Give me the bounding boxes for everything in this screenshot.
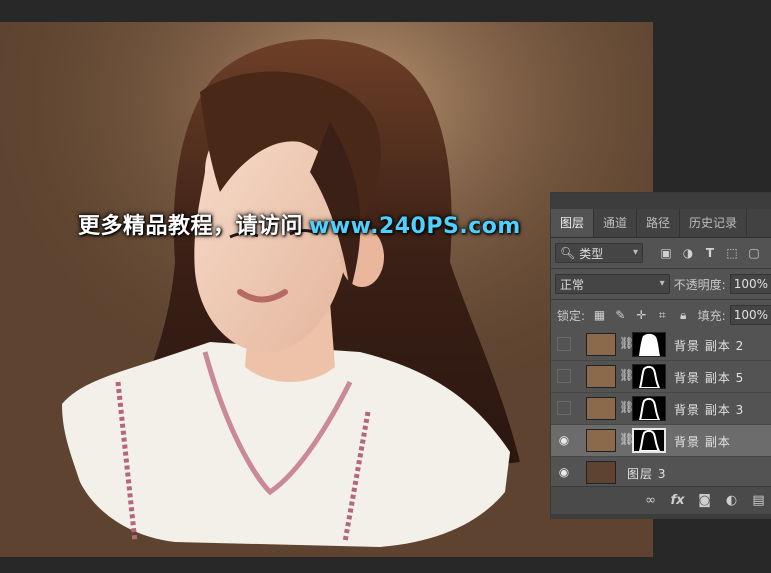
blend-row: 正常 ▾ 不透明度: 100% bbox=[551, 269, 771, 299]
lock-transparent-icon[interactable]: ▦ bbox=[589, 308, 610, 322]
layer-filter-label: 类型 bbox=[579, 246, 604, 261]
fill-field[interactable]: 100% bbox=[729, 305, 771, 325]
chevron-down-icon: ▾ bbox=[632, 247, 638, 258]
layer-mask-thumbnail[interactable] bbox=[632, 428, 666, 453]
tab-history[interactable]: 历史记录 bbox=[680, 209, 748, 237]
mask-silhouette bbox=[638, 397, 661, 420]
blend-mode-select[interactable]: 正常 ▾ bbox=[555, 274, 670, 294]
layer-thumbnail bbox=[586, 461, 616, 484]
new-group-icon[interactable]: ▤ bbox=[745, 493, 771, 508]
tab-layers[interactable]: 图层 bbox=[551, 209, 595, 237]
layer-mask-thumbnail[interactable] bbox=[632, 396, 666, 421]
opacity-label: 不透明度: bbox=[673, 277, 726, 292]
layer-row[interactable]: ⛓︎ 背景 副本 2 bbox=[551, 329, 771, 361]
adjustment-icon[interactable]: ◑ bbox=[677, 246, 699, 260]
layer-row[interactable]: ◉ 图层 3 bbox=[551, 457, 771, 486]
watermark-text: 更多精品教程，请访问 www.240PS.com bbox=[78, 208, 521, 240]
layer-row[interactable]: ⛓︎ 背景 副本 3 bbox=[551, 393, 771, 425]
lock-artboard-icon[interactable]: ⌗ bbox=[652, 308, 673, 323]
visibility-toggle[interactable] bbox=[557, 369, 571, 383]
panel-header-strip[interactable] bbox=[551, 193, 771, 209]
layer-mask-thumbnail[interactable] bbox=[632, 364, 666, 389]
mask-silhouette bbox=[638, 365, 661, 388]
tab-channels[interactable]: 通道 bbox=[594, 209, 638, 237]
visibility-toggle[interactable] bbox=[557, 401, 571, 415]
lock-brush-icon[interactable]: ✎ bbox=[610, 308, 631, 322]
layer-thumbnail bbox=[586, 429, 616, 452]
mask-silhouette bbox=[638, 430, 661, 451]
layer-name[interactable]: 背景 副本 5 bbox=[674, 369, 744, 386]
layer-name[interactable]: 背景 副本 3 bbox=[674, 401, 744, 418]
panel-bottom-toolbar: ∞ fx ◙ ◐ ▤ bbox=[551, 486, 771, 514]
layer-row-selected[interactable]: ◉ ⛓︎ 背景 副本 bbox=[551, 425, 771, 457]
lock-label: 锁定: bbox=[557, 308, 586, 323]
lock-row: 锁定: ▦ ✎ ✛ ⌗ 🔒︎ 填充: 100% bbox=[551, 300, 771, 330]
layer-row[interactable]: ⛓︎ 背景 副本 5 bbox=[551, 361, 771, 393]
lock-all-icon[interactable]: 🔒︎ bbox=[673, 308, 694, 323]
layers-list: ⛓︎ 背景 副本 2 ⛓︎ 背景 副本 5 ⛓︎ 背景 副本 3 ◉ ⛓︎ 背景… bbox=[551, 329, 771, 486]
image-icon[interactable]: ▣ bbox=[655, 246, 677, 260]
fill-label: 填充: bbox=[697, 308, 726, 323]
layer-name[interactable]: 背景 副本 bbox=[674, 433, 731, 450]
watermark-url: www.240PS.com bbox=[309, 214, 521, 239]
link-layers-icon[interactable]: ∞ bbox=[637, 493, 664, 508]
opacity-field[interactable]: 100% bbox=[729, 274, 771, 294]
visibility-toggle[interactable] bbox=[557, 337, 571, 351]
layer-name[interactable]: 背景 副本 2 bbox=[674, 337, 744, 354]
layer-thumbnail bbox=[586, 365, 616, 388]
layer-thumbnail bbox=[586, 397, 616, 420]
lock-move-icon[interactable]: ✛ bbox=[631, 308, 652, 322]
tab-paths[interactable]: 路径 bbox=[637, 209, 681, 237]
layers-panel: 图层 通道 路径 历史记录 🔍︎ 类型 ▾ ▣ ◑ T ⬚ ▢ 正常 ▾ 不透明… bbox=[550, 192, 771, 519]
search-icon: 🔍︎ bbox=[560, 246, 576, 260]
chevron-down-icon: ▾ bbox=[659, 278, 665, 289]
eye-icon[interactable]: ◉ bbox=[557, 465, 571, 479]
filter-row: 🔍︎ 类型 ▾ ▣ ◑ T ⬚ ▢ bbox=[551, 238, 771, 268]
panel-tabs: 图层 通道 路径 历史记录 bbox=[551, 209, 771, 238]
adjustment-layer-icon[interactable]: ◐ bbox=[718, 493, 745, 508]
watermark-label: 更多精品教程，请访问 bbox=[78, 214, 304, 239]
layer-mask-thumbnail[interactable] bbox=[632, 332, 666, 357]
fx-icon[interactable]: fx bbox=[664, 493, 691, 508]
layer-thumbnail bbox=[586, 333, 616, 356]
type-icon[interactable]: T bbox=[699, 246, 721, 260]
layer-filter-select[interactable]: 🔍︎ 类型 ▾ bbox=[555, 243, 643, 263]
blend-mode-value: 正常 bbox=[560, 277, 585, 292]
mask-silhouette bbox=[639, 333, 660, 356]
eye-icon[interactable]: ◉ bbox=[557, 433, 571, 447]
smart-object-icon[interactable]: ▢ bbox=[743, 246, 765, 260]
panel-resize-grip[interactable] bbox=[551, 514, 771, 519]
layer-name[interactable]: 图层 3 bbox=[627, 465, 666, 482]
add-mask-icon[interactable]: ◙ bbox=[691, 493, 718, 508]
shape-icon[interactable]: ⬚ bbox=[721, 246, 743, 260]
